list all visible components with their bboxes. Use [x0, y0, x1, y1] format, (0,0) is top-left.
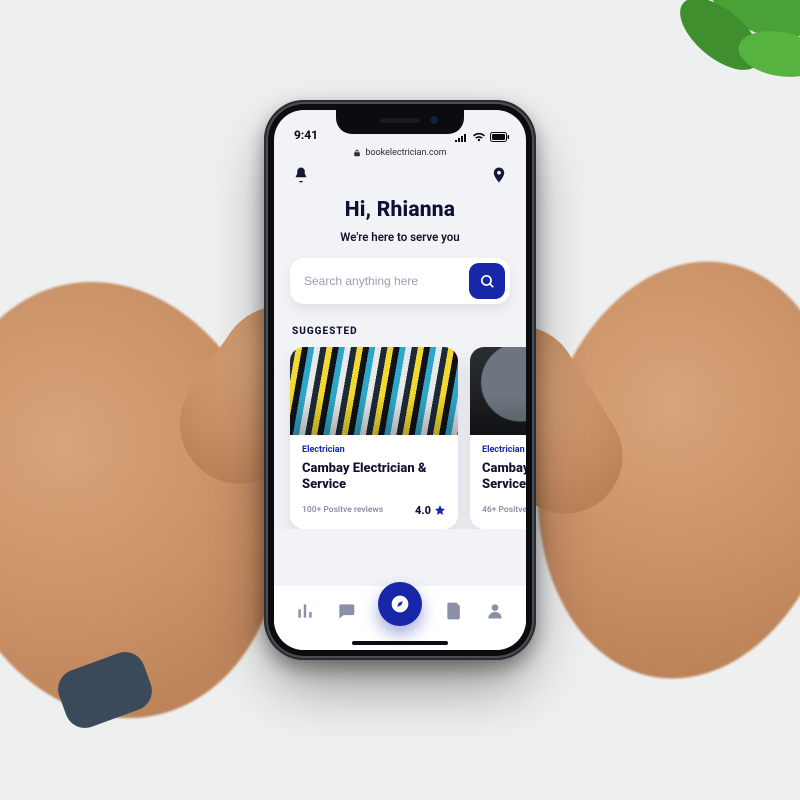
search-button[interactable] [469, 263, 505, 299]
bar-chart-icon [295, 601, 315, 621]
status-indicators [454, 132, 510, 142]
lock-icon [353, 149, 361, 157]
battery-icon [490, 132, 510, 142]
home-indicator[interactable] [352, 641, 448, 645]
card-reviews: 100+ Positve reviews [302, 505, 383, 515]
phone-frame: 9:41 bookelectrician.com Hi, Rhianna We'… [264, 100, 536, 660]
card-rating: 4.0 [415, 504, 446, 517]
card-reviews: 46+ Positve reviews [482, 505, 526, 515]
card-title: Cambay Electrician & Service [302, 455, 446, 494]
bottom-nav [274, 586, 526, 650]
card-image [290, 347, 458, 435]
search-icon [479, 273, 496, 290]
nav-explore-fab[interactable] [378, 582, 422, 626]
location-pin-icon[interactable] [490, 166, 508, 188]
section-label-suggested: SUGGESTED [274, 304, 526, 347]
suggested-card[interactable]: Electrician Cambay Electrician & Service… [470, 347, 526, 529]
nav-chat[interactable] [336, 601, 356, 625]
status-time: 9:41 [294, 128, 318, 142]
search-bar[interactable] [290, 258, 510, 304]
chat-icon [336, 601, 356, 621]
decorative-leaf [610, 0, 800, 134]
compass-icon [390, 594, 410, 614]
card-category: Electrician [482, 445, 526, 455]
wifi-icon [472, 132, 486, 142]
person-icon [485, 601, 505, 621]
nav-stats[interactable] [295, 601, 315, 625]
tagline-text: We're here to serve you [274, 222, 526, 258]
nav-profile[interactable] [485, 601, 505, 625]
nav-bookings[interactable] [444, 601, 464, 625]
card-title: Cambay Electrician & Service [482, 455, 526, 494]
card-category: Electrician [302, 445, 446, 455]
card-rating-value: 4.0 [415, 504, 431, 517]
suggested-cards-row[interactable]: Electrician Cambay Electrician & Service… [274, 347, 526, 529]
browser-url: bookelectrician.com [365, 148, 446, 158]
notifications-icon[interactable] [292, 166, 310, 188]
document-icon [444, 601, 464, 621]
signal-icon [454, 132, 468, 142]
phone-screen: 9:41 bookelectrician.com Hi, Rhianna We'… [274, 110, 526, 650]
phone-notch [336, 110, 464, 134]
star-icon [434, 504, 446, 516]
search-input[interactable] [304, 274, 469, 288]
greeting-title: Hi, Rhianna [274, 194, 526, 222]
card-image [470, 347, 526, 435]
browser-url-bar[interactable]: bookelectrician.com [274, 144, 526, 164]
suggested-card[interactable]: Electrician Cambay Electrician & Service… [290, 347, 458, 529]
